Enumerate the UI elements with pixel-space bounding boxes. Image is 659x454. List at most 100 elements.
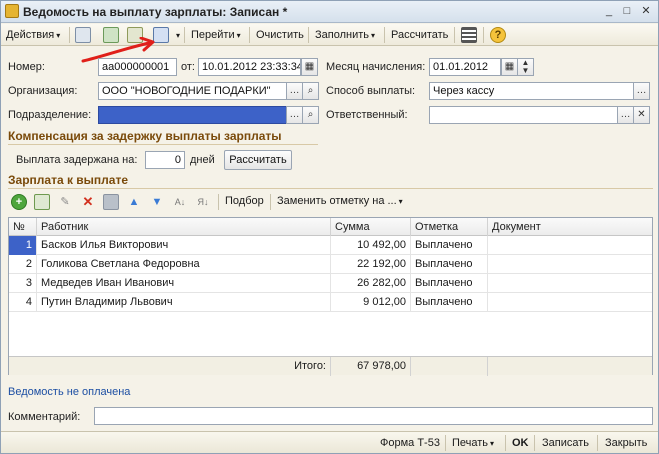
actions-menu[interactable]: Действия ▾: [3, 26, 63, 44]
col-header-number[interactable]: №: [9, 218, 37, 236]
calendar-icon[interactable]: ▦: [301, 58, 318, 76]
bottom-bar: Форма Т-53 Печать ▾ OK Записать Закрыть: [1, 431, 658, 453]
separator: [597, 435, 598, 451]
organization-input[interactable]: ООО "НОВОГОДНИЕ ПОДАРКИ": [98, 82, 287, 100]
col-header-document[interactable]: Документ: [488, 218, 652, 236]
mark-cell: Выплачено: [411, 274, 488, 293]
help-icon[interactable]: ?: [490, 27, 506, 43]
comment-input[interactable]: [94, 407, 653, 425]
maximize-button[interactable]: □: [619, 4, 635, 19]
print-label: Печать: [452, 437, 489, 449]
month-stepper[interactable]: ▲ ▼: [517, 58, 534, 76]
worker-cell: Голикова Светлана Федоровна: [37, 255, 331, 274]
table-footer: Итого: 67 978,00: [9, 356, 652, 376]
number-input[interactable]: аа000000001: [98, 58, 177, 76]
table-row[interactable]: 3 Медведев Иван Иванович 26 282,00 Выпла…: [9, 274, 652, 293]
worker-cell: Басков Илья Викторович: [37, 236, 331, 255]
col-header-mark[interactable]: Отметка: [411, 218, 488, 236]
table-header: № Работник Сумма Отметка Документ: [9, 218, 652, 236]
table-layout-icon[interactable]: [461, 27, 477, 43]
delete-row-icon[interactable]: ✕: [80, 194, 96, 210]
document-cell: [488, 274, 652, 293]
print-menu[interactable]: Печать ▾: [449, 434, 497, 452]
delay-days-input[interactable]: 0: [145, 151, 185, 169]
close-button[interactable]: Закрыть: [602, 434, 650, 452]
section-divider: [8, 144, 318, 145]
window-title: Ведомость на выплату зарплаты: Записан *: [23, 5, 288, 19]
separator: [249, 27, 250, 43]
department-label: Подразделение:: [8, 109, 92, 121]
row-number-cell: 3: [9, 274, 37, 293]
sort-ascending-icon[interactable]: A↓: [172, 194, 188, 210]
mark-cell: Выплачено: [411, 236, 488, 255]
select-ellipsis-icon[interactable]: …: [633, 82, 650, 100]
dropdown-arrow-icon: ▾: [56, 31, 61, 40]
col-header-sum[interactable]: Сумма: [331, 218, 411, 236]
add-row-icon[interactable]: +: [11, 194, 27, 210]
calendar-icon[interactable]: ▦: [501, 58, 518, 76]
dropdown-arrow-icon: ▾: [371, 31, 376, 40]
goto-menu[interactable]: Перейти ▾: [188, 26, 244, 44]
open-search-icon[interactable]: ⌕: [302, 106, 319, 124]
sum-cell: 9 012,00: [331, 293, 411, 312]
save-button[interactable]: Записать: [539, 434, 592, 452]
move-up-icon[interactable]: ▲: [126, 194, 142, 210]
date-from-label: от:: [181, 61, 195, 73]
worker-cell: Путин Владимир Львович: [37, 293, 331, 312]
sum-cell: 26 282,00: [331, 274, 411, 293]
form-t53-button[interactable]: Форма Т-53: [377, 434, 443, 452]
table-row[interactable]: 4 Путин Владимир Львович 9 012,00 Выплач…: [9, 293, 652, 312]
replace-mark-menu[interactable]: Заменить отметку на ... ▾: [274, 192, 406, 210]
sum-cell: 22 192,00: [331, 255, 411, 274]
calculate-button[interactable]: Рассчитать: [388, 26, 451, 44]
days-label: дней: [190, 154, 215, 166]
fill-menu[interactable]: Заполнить ▾: [312, 26, 378, 44]
comment-label: Комментарий:: [8, 411, 81, 423]
move-down-icon[interactable]: ▼: [149, 194, 165, 210]
title-bar: Ведомость на выплату зарплаты: Записан *…: [1, 1, 658, 23]
col-header-worker[interactable]: Работник: [37, 218, 331, 236]
clear-field-icon[interactable]: ✕: [633, 106, 650, 124]
row-number-cell: 2: [9, 255, 37, 274]
goto-label: Перейти: [191, 29, 235, 41]
section-divider: [8, 188, 653, 189]
separator: [69, 27, 70, 43]
sum-cell: 10 492,00: [331, 236, 411, 255]
select-ellipsis-icon[interactable]: …: [617, 106, 634, 124]
copy-row-icon[interactable]: [34, 194, 50, 210]
row-number-cell: 4: [9, 293, 37, 312]
table-row[interactable]: 1 Басков Илья Викторович 10 492,00 Выпла…: [9, 236, 652, 255]
end-edit-icon[interactable]: [103, 194, 119, 210]
payment-status-link[interactable]: Ведомость не оплачена: [8, 386, 130, 398]
separator: [505, 435, 506, 451]
fill-label: Заполнить: [315, 29, 370, 41]
payment-method-label: Способ выплаты:: [326, 85, 416, 97]
edit-pencil-icon[interactable]: ✎: [57, 194, 73, 210]
table-row[interactable]: 2 Голикова Светлана Федоровна 22 192,00 …: [9, 255, 652, 274]
minimize-button[interactable]: _: [601, 4, 617, 19]
select-ellipsis-icon[interactable]: …: [286, 106, 303, 124]
mark-cell: Выплачено: [411, 255, 488, 274]
department-input[interactable]: [98, 106, 287, 124]
open-search-icon[interactable]: ⌕: [302, 82, 319, 100]
clear-button[interactable]: Очистить: [253, 26, 307, 44]
salary-table: № Работник Сумма Отметка Документ 1 Баск…: [8, 217, 653, 376]
ok-button[interactable]: OK: [509, 434, 532, 452]
worker-cell: Медведев Иван Иванович: [37, 274, 331, 293]
select-ellipsis-icon[interactable]: …: [286, 82, 303, 100]
document-window: Ведомость на выплату зарплаты: Записан *…: [0, 0, 659, 454]
responsible-input[interactable]: [429, 106, 618, 124]
close-window-button[interactable]: ✕: [638, 4, 654, 19]
selection-button[interactable]: Подбор: [222, 192, 267, 210]
footer-mark-cell: [411, 357, 488, 376]
related-dropdown[interactable]: ▾: [171, 26, 183, 44]
date-input[interactable]: 10.01.2012 23:33:34: [198, 58, 301, 76]
number-label: Номер:: [8, 61, 45, 73]
accrual-month-input[interactable]: 01.01.2012: [429, 58, 501, 76]
mark-cell: Выплачено: [411, 293, 488, 312]
sort-descending-icon[interactable]: Я↓: [195, 194, 211, 210]
separator: [270, 194, 271, 210]
calculate-compensation-button[interactable]: Рассчитать: [224, 150, 292, 170]
payment-method-input[interactable]: Через кассу: [429, 82, 634, 100]
responsible-label: Ответственный:: [326, 109, 408, 121]
